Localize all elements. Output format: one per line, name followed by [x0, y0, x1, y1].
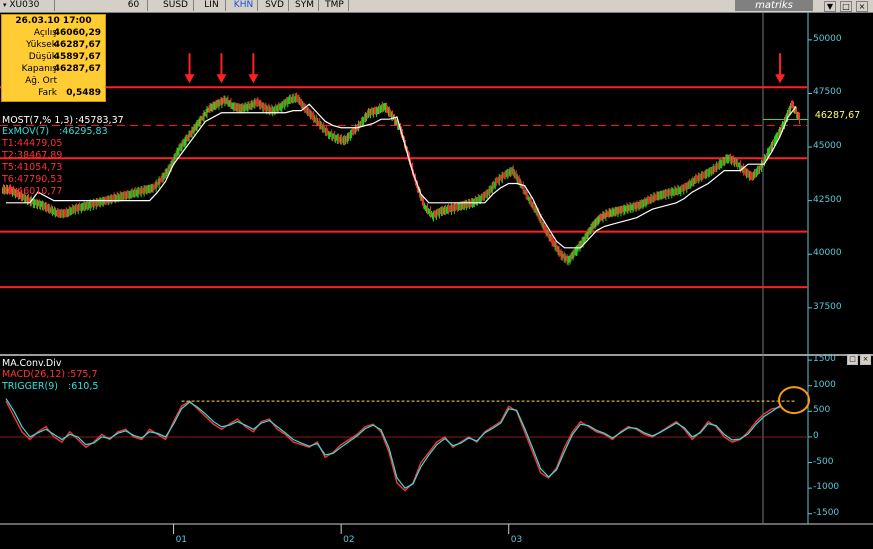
currency-button[interactable]: SUSD: [158, 0, 194, 11]
info-row-close: Kapanış 46287,67: [21, 64, 101, 74]
indicator-title: MA.Conv.Div: [2, 358, 62, 369]
trigger-line: [5, 398, 781, 489]
scale-button[interactable]: LIN: [198, 0, 226, 11]
macd-axis-tick: -1500: [813, 507, 840, 518]
time-axis-tick: 02: [343, 535, 355, 545]
legend-target-t7: T7:46010,77: [2, 186, 63, 197]
ohlc-info-panel: 26.03.10 17:00 Açılış 46060,29 Yüksek 4628…: [1, 14, 106, 102]
price-axis-tick: 37500: [813, 301, 842, 312]
price-axis-tick: 42500: [813, 194, 842, 205]
down-arrow-head: [184, 74, 195, 84]
macd-line: [5, 400, 781, 492]
last-price-label: 46287,67: [810, 110, 865, 122]
tab-tmp[interactable]: TMP: [321, 0, 349, 11]
info-row-high: Yüksek 46287,67: [26, 40, 101, 50]
legend-target-t2: T2:38467,89: [2, 150, 63, 161]
minimize-icon[interactable]: ▼: [824, 1, 836, 12]
info-row-diff: Fark 0,5489: [38, 88, 101, 98]
legend-target-t6: T6:47790,53: [2, 174, 63, 185]
pane-close-icon[interactable]: ×: [860, 354, 871, 365]
brand-logo: matriks: [735, 0, 813, 11]
info-row-open: Açılış 46060,29: [33, 28, 101, 38]
info-row-avg: Ağ. Ort: [25, 76, 57, 86]
macd-axis-tick: 1000: [813, 379, 836, 390]
dropdown-icon: ▾: [3, 1, 7, 9]
price-axis-tick: 50000: [813, 33, 842, 44]
maximize-icon[interactable]: □: [840, 1, 852, 12]
macd-axis-tick: 0: [813, 430, 819, 441]
price-axis-tick: 40000: [813, 248, 842, 259]
down-arrow-head: [248, 74, 259, 84]
breakout-highlight-circle: [778, 386, 811, 415]
time-axis-tick: 03: [510, 535, 523, 545]
tab-svd[interactable]: SVD: [261, 0, 289, 11]
legend-trigger: TRIGGER(9):610,5: [2, 381, 99, 392]
pane-restore-icon[interactable]: □: [847, 354, 858, 365]
price-axis-tick: 47500: [813, 87, 842, 98]
chart-canvas[interactable]: [0, 12, 873, 549]
legend-macd: MACD(26,12):575,7: [2, 369, 98, 380]
info-date: 26.03.10 17:00: [15, 16, 92, 26]
macd-axis-tick: 500: [813, 405, 831, 416]
legend-target-t5: T5:41054,73: [2, 162, 63, 173]
price-axis-tick: 45000: [813, 141, 842, 152]
info-row-low: Düşük 45897,67: [28, 52, 101, 62]
legend-target-t1: T1:44479,05: [2, 138, 63, 149]
down-arrow-head: [216, 74, 227, 84]
macd-axis-tick: -500: [813, 456, 834, 467]
close-icon[interactable]: ×: [856, 1, 868, 12]
symbol-label: XU030: [9, 0, 40, 10]
symbol-selector[interactable]: ▾ XU030: [0, 0, 55, 11]
period-button[interactable]: 60: [120, 0, 148, 11]
tab-khn[interactable]: KHN: [230, 0, 258, 11]
legend-exmov: ExMOV(7):46295,83: [2, 126, 108, 137]
macd-axis-tick: -1000: [813, 482, 840, 493]
time-axis-tick: 01: [175, 535, 188, 545]
tab-sym[interactable]: SYM: [291, 0, 319, 11]
macd-axis-tick: 1500: [813, 354, 836, 365]
legend-most: MOST(7,% 1,3):45783,37: [2, 115, 124, 126]
down-arrow-head: [775, 74, 786, 84]
